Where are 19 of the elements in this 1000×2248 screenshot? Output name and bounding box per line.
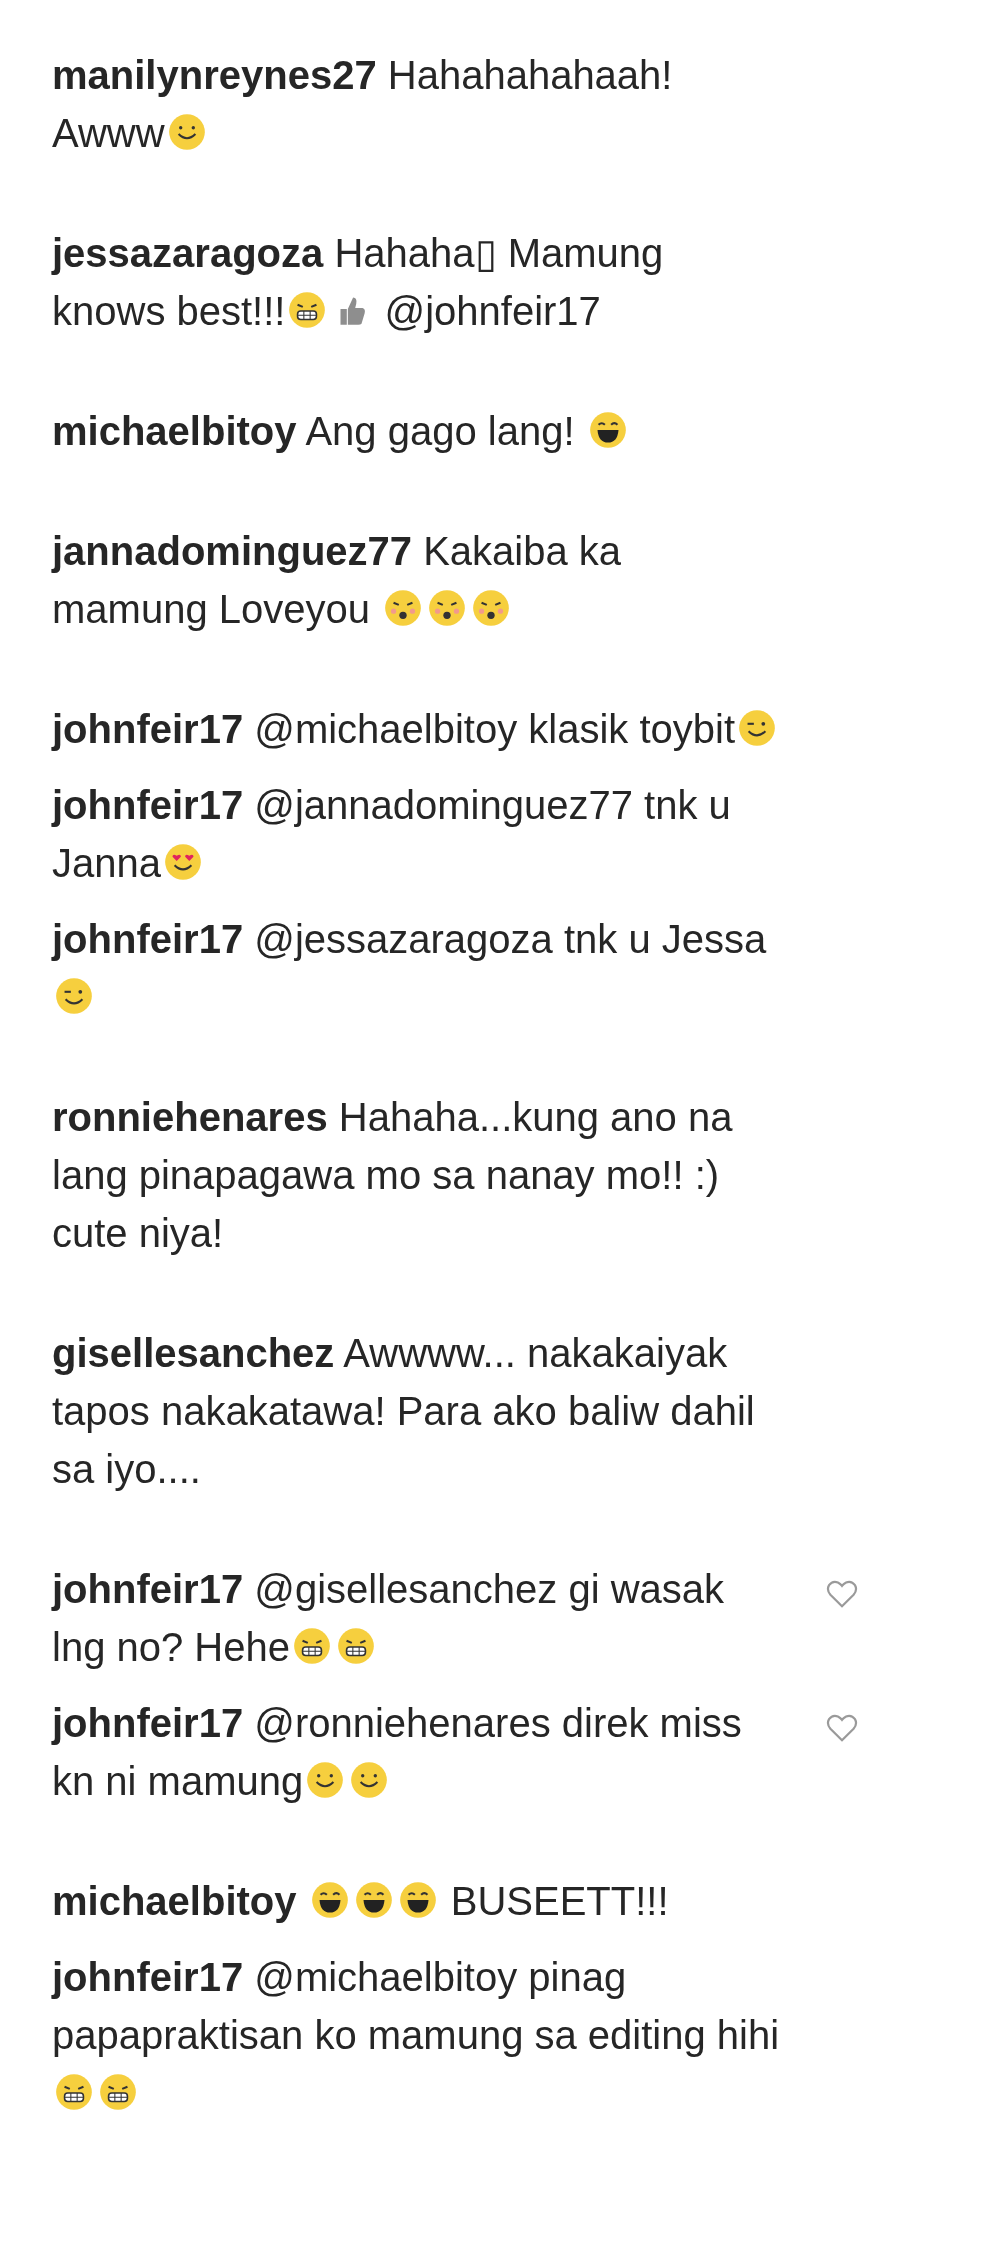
comment-text: johnfeir17 @gisellesanchez gi wasak lng no? Hehe [52,1566,725,1671]
comment-text: gisellesanchez Awwww... nakakaiyak tapos nakakatawa! Para ako baliw dahil sa iyo.... [52,1330,756,1493]
grinning-face-icon [53,2071,95,2113]
comment-text: ronniehenares Hahaha...kung ano na lang pinapagawa mo sa nanay mo!! :) cute niya! [52,1094,734,1257]
comment-text: manilynreynes27 Hahahahahaah! Awww [52,52,674,157]
winking-face-icon [53,975,95,1017]
comment-text: johnfeir17 @jannadominguez77 tnk u Janna [52,782,732,887]
heart-icon [825,1713,859,1743]
comment-text: johnfeir17 @ronniehenares direk miss kn ni mamung [52,1700,743,1805]
comment-text: jannadominguez77 Kakaiba ka mamung Loveyou [52,528,623,633]
comment-text: johnfeir17 @michaelbitoy klasik toybit [52,700,782,758]
grinning-face-icon [97,2071,139,2113]
heart-icon [825,1579,859,1609]
heart-eyes-face-icon [162,841,204,883]
comment-text: michaelbitoy BUSEETT!!! [52,1878,670,1925]
comment-text: jessazaragoza Hahaha▯ Mamung knows best!!! @johnfeir17 [52,230,665,335]
comment-text: michaelbitoy Ang gago lang! [52,402,782,460]
comment-text: johnfeir17 @michaelbitoy pinag papapraktisan ko mamung sa editing hihi [52,1948,782,2122]
comment-text: johnfeir17 @jessazaragoza tnk u Jessa [52,910,782,1026]
